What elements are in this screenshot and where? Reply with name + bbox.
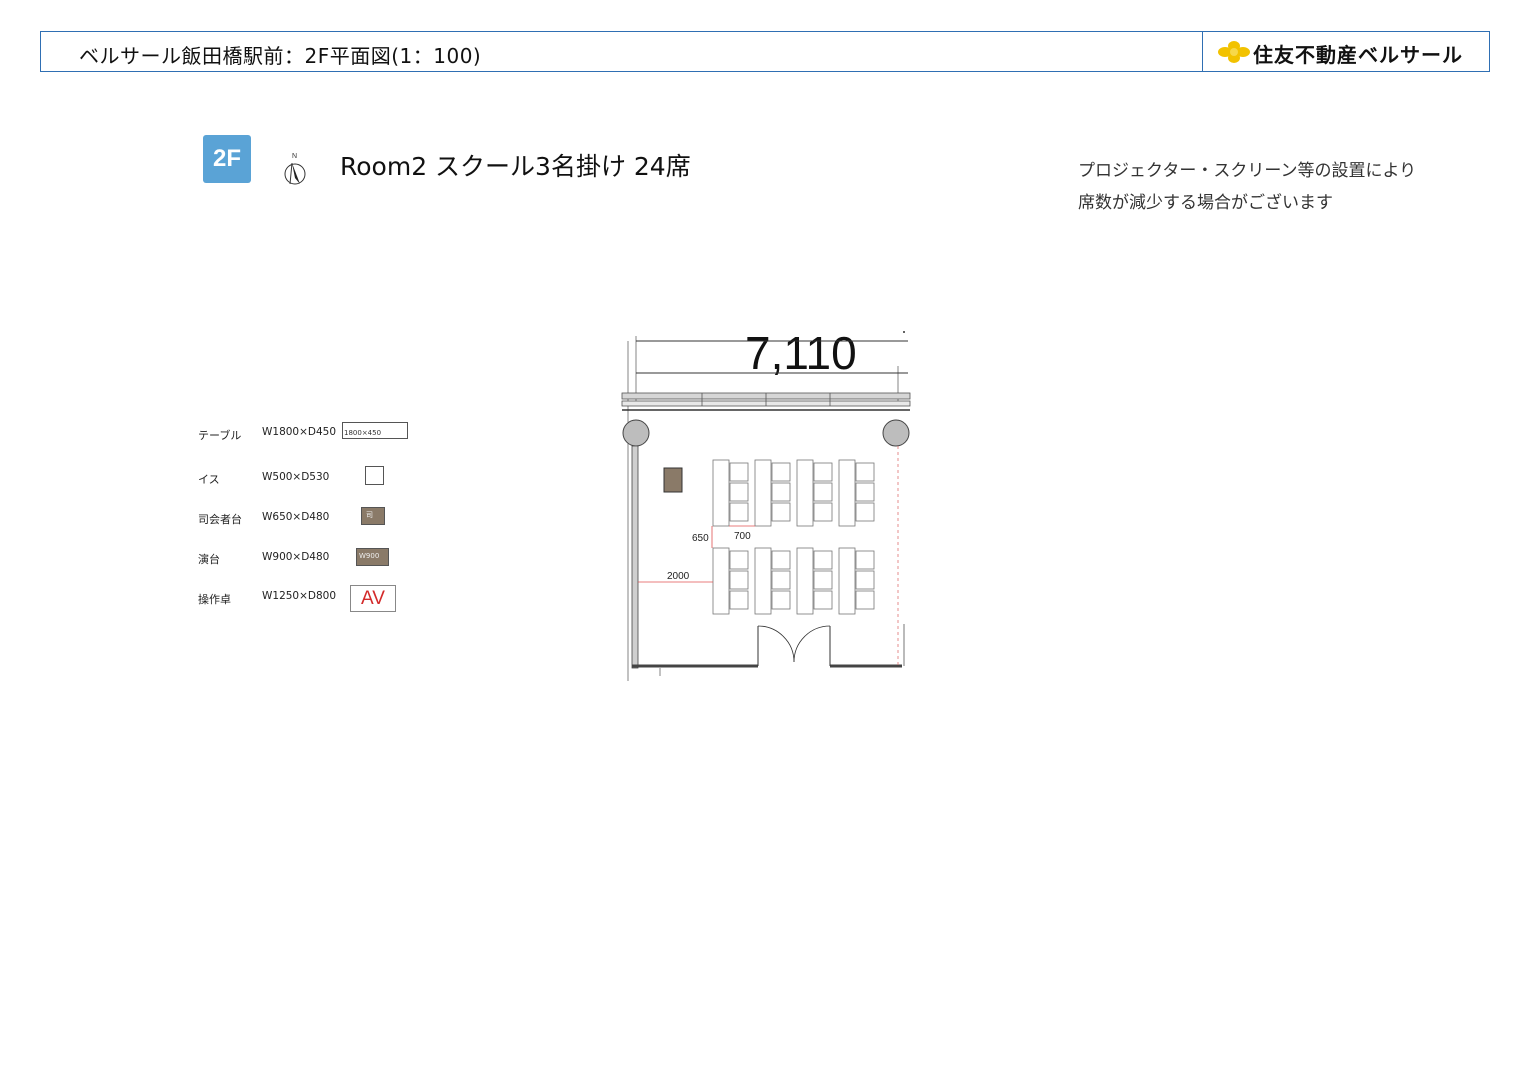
legend-symbol-chair	[365, 466, 384, 485]
legend-symbol-table-text: 1800×450	[344, 429, 382, 437]
legend-symbol-console: AV	[350, 585, 396, 612]
legend-label-mc-podium: 司会者台	[198, 513, 242, 526]
dimension-700: 700	[734, 531, 751, 542]
legend-label-lectern: 演台	[198, 553, 220, 566]
legend-symbol-console-text: AV	[361, 588, 385, 609]
brand-logo-icon	[1218, 41, 1250, 63]
legend-symbol-lectern: W900	[356, 548, 389, 566]
legend-dims-console: W1250×D800	[262, 590, 337, 602]
room-title: Room2 スクール3名掛け 24席	[340, 152, 691, 181]
note-line-1: プロジェクター・スクリーン等の設置により	[1078, 161, 1417, 181]
brand-name: 住友不動産ベルサール	[1253, 43, 1463, 67]
legend-symbol-lectern-text: W900	[359, 552, 380, 560]
legend-label-table: テーブル	[198, 429, 242, 442]
brand-box: 住友不動産ベルサール	[1202, 32, 1489, 71]
north-arrow-icon: N	[284, 153, 306, 185]
legend-dims-mc-podium: W650×D480	[262, 511, 330, 523]
legend-symbol-mc-podium: 司	[361, 507, 385, 525]
legend-label-console: 操作卓	[198, 593, 231, 606]
header-bar: ベルサール飯田橋駅前：2F平面図(1：100) 住友不動産ベルサール	[40, 31, 1490, 72]
floor-plan: 650 700 2000	[621, 331, 911, 681]
dimension-2000: 2000	[667, 571, 690, 582]
page-title: ベルサール飯田橋駅前：2F平面図(1：100)	[79, 44, 482, 68]
legend-dims-chair: W500×D530	[262, 471, 330, 483]
floor-badge: 2F	[203, 135, 251, 183]
legend-dims-lectern: W900×D480	[262, 551, 330, 563]
legend-symbol-mc-text: 司	[366, 511, 373, 519]
legend-dims-table: W1800×D450	[262, 426, 337, 438]
legend-symbol-table: 1800×450	[342, 422, 408, 439]
dimension-650: 650	[692, 533, 709, 544]
north-label: N	[292, 153, 297, 160]
seating-note: プロジェクター・スクリーン等の設置により 席数が減少する場合がございます	[1078, 155, 1416, 219]
legend-label-chair: イス	[198, 473, 220, 486]
note-line-2: 席数が減少する場合がございます	[1078, 193, 1333, 213]
